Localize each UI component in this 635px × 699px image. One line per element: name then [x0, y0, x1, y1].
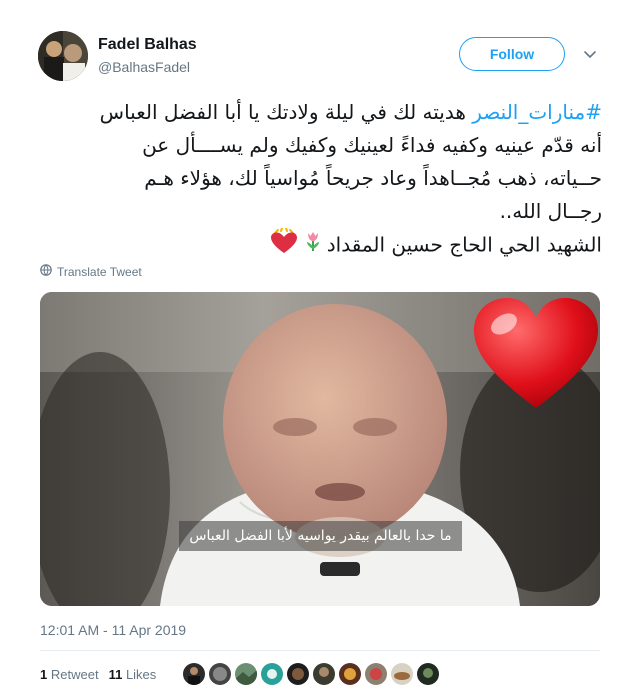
- tweet-line-5: الشهيد الحي الحاج حسين المقداد: [40, 227, 602, 264]
- chevron-down-icon[interactable]: [582, 46, 598, 62]
- hashtag-link[interactable]: #منارات_النصر: [472, 100, 602, 124]
- tweet-media-video[interactable]: ما حدا بالعالم بيقدر يواسيه لأبا الفضل ا…: [40, 292, 600, 606]
- tweet-line-2: أنه قدّم عينيه وكفيه فداءً لعينيك وكفيك …: [142, 133, 602, 157]
- tweet-line-4: رجــال الله..: [499, 199, 602, 223]
- liker-avatar[interactable]: [417, 663, 439, 685]
- tweet-stats: 1 Retweet 11 Likes: [40, 667, 156, 682]
- video-subtitle: ما حدا بالعالم بيقدر يواسيه لأبا الفضل ا…: [179, 521, 462, 551]
- liker-avatar[interactable]: [365, 663, 387, 685]
- liker-avatar[interactable]: [313, 663, 335, 685]
- tweet-line-3: حــياته، ذهب مُجــاهداً وعاد جريحاً مُوا…: [144, 166, 602, 190]
- liker-avatar[interactable]: [287, 663, 309, 685]
- translate-label: Translate Tweet: [57, 264, 142, 279]
- user-display-name[interactable]: Fadel Balhas: [98, 36, 197, 54]
- liker-avatar[interactable]: [209, 663, 231, 685]
- tulip-emoji-icon: [301, 229, 325, 263]
- tweet-text: #منارات_النصر هديته لك في ليلة ولادتك يا…: [40, 96, 602, 264]
- likes-count[interactable]: 11 Likes: [109, 667, 157, 682]
- liker-avatar[interactable]: [183, 663, 205, 685]
- liker-avatar[interactable]: [261, 663, 283, 685]
- follow-button[interactable]: Follow: [459, 37, 565, 71]
- globe-icon: [40, 264, 52, 279]
- user-handle[interactable]: @BalhasFadel: [98, 59, 190, 75]
- divider: [40, 650, 600, 651]
- heart-with-halo-emoji-icon: [269, 227, 299, 264]
- retweet-count[interactable]: 1 Retweet: [40, 667, 99, 682]
- tweet-line-1: #منارات_النصر هديته لك في ليلة ولادتك يا…: [40, 96, 602, 129]
- tweet-timestamp[interactable]: 12:01 AM - 11 Apr 2019: [40, 622, 186, 638]
- likers-avatars: [183, 663, 439, 685]
- tweet-line-1-text: هديته لك في ليلة ولادتك يا أبا الفضل الع…: [99, 100, 473, 124]
- red-heart-icon: [470, 294, 600, 412]
- translate-tweet-link[interactable]: Translate Tweet: [40, 264, 142, 279]
- liker-avatar[interactable]: [391, 663, 413, 685]
- liker-avatar[interactable]: [235, 663, 257, 685]
- liker-avatar[interactable]: [339, 663, 361, 685]
- user-avatar[interactable]: [38, 31, 88, 81]
- tweet-line-5-text: الشهيد الحي الحاج حسين المقداد: [326, 232, 602, 257]
